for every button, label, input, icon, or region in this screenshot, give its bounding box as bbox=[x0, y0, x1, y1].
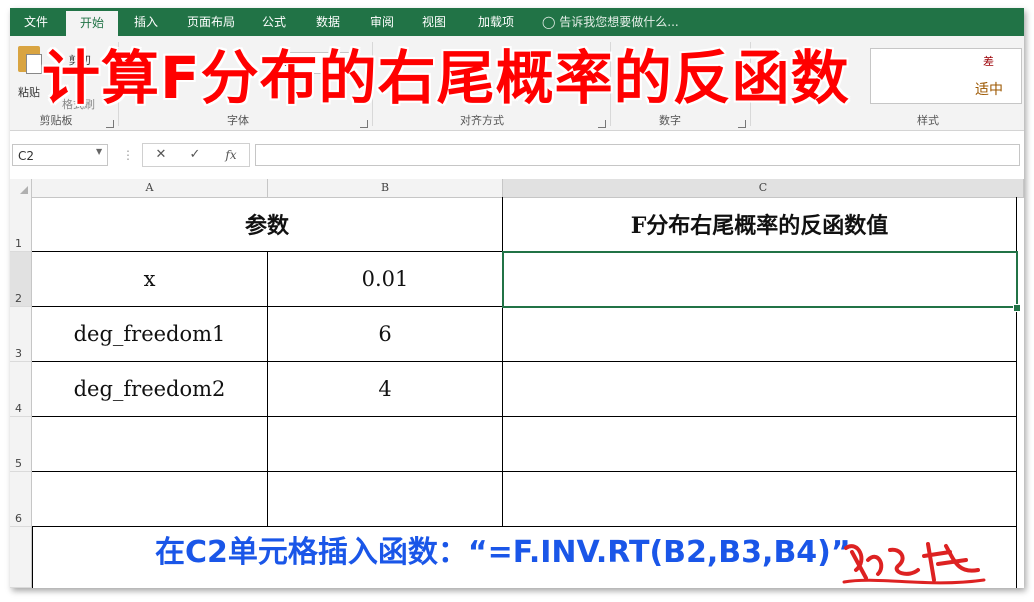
df2-label: deg_freedom2 bbox=[73, 377, 226, 401]
cell-a6[interactable] bbox=[32, 472, 268, 527]
more-options-icon[interactable]: ⋮ bbox=[122, 144, 134, 166]
df1-value: 6 bbox=[378, 322, 392, 346]
header-result-text: F分布右尾概率的反函数值 bbox=[630, 213, 889, 239]
header-param-text: 参数 bbox=[244, 213, 289, 239]
column-a-left-border bbox=[32, 527, 33, 588]
cell-b2[interactable]: 0.01 bbox=[268, 252, 503, 307]
row-header-4[interactable]: 4 bbox=[10, 362, 32, 417]
cell-c3[interactable] bbox=[503, 307, 1017, 362]
cell-c6[interactable] bbox=[503, 472, 1017, 527]
row-header-1[interactable]: 1 bbox=[10, 197, 32, 252]
column-header-a[interactable]: A bbox=[32, 179, 268, 197]
tab-formulas[interactable]: 公式 bbox=[252, 8, 296, 36]
tab-addins[interactable]: 加载项 bbox=[468, 8, 524, 36]
instruction-text: 在C2单元格插入函数：“=F.INV.RT(B2,B3,B4)” bbox=[155, 535, 851, 570]
cell-b4[interactable]: 4 bbox=[268, 362, 503, 417]
selected-cell-outline bbox=[502, 251, 1018, 308]
ribbon-tab-bar: 文件 开始 插入 页面布局 公式 数据 审阅 视图 加载项 ◯ 告诉我您想要做什… bbox=[10, 8, 1024, 36]
cell-c5[interactable] bbox=[503, 417, 1017, 472]
cancel-icon[interactable]: ✕ bbox=[150, 144, 172, 166]
alignment-launcher-icon[interactable] bbox=[598, 120, 606, 128]
row-header-6[interactable]: 6 bbox=[10, 472, 32, 527]
excel-window: 文件 开始 插入 页面布局 公式 数据 审阅 视图 加载项 ◯ 告诉我您想要做什… bbox=[10, 8, 1024, 588]
column-header-b[interactable]: B bbox=[268, 179, 503, 197]
row-header-5[interactable]: 5 bbox=[10, 417, 32, 472]
cell-b6[interactable] bbox=[268, 472, 503, 527]
cell-c1[interactable]: F分布右尾概率的反函数值 bbox=[503, 197, 1017, 252]
tell-me-text: 告诉我您想要做什么... bbox=[559, 15, 679, 29]
clipboard-launcher-icon[interactable] bbox=[106, 120, 114, 128]
cell-b5[interactable] bbox=[268, 417, 503, 472]
formula-input[interactable] bbox=[255, 144, 1020, 166]
cell-a4[interactable]: deg_freedom2 bbox=[32, 362, 268, 417]
signature-logo bbox=[842, 542, 986, 585]
row-header-3[interactable]: 3 bbox=[10, 307, 32, 362]
df2-value: 4 bbox=[378, 377, 392, 401]
row-header-7[interactable] bbox=[10, 527, 32, 588]
tab-data[interactable]: 数据 bbox=[306, 8, 350, 36]
select-all-corner[interactable] bbox=[10, 179, 32, 197]
font-launcher-icon[interactable] bbox=[360, 120, 368, 128]
enter-icon[interactable]: ✓ bbox=[184, 144, 206, 166]
chevron-down-icon[interactable]: ▼ bbox=[96, 147, 102, 156]
tab-insert[interactable]: 插入 bbox=[124, 8, 168, 36]
column-header-row: A B C bbox=[10, 179, 1024, 198]
df1-label: deg_freedom1 bbox=[73, 322, 226, 346]
overlay-title: 计算F分布的右尾概率的反函数 bbox=[42, 44, 850, 112]
cell-b3[interactable]: 6 bbox=[268, 307, 503, 362]
tab-view[interactable]: 视图 bbox=[412, 8, 456, 36]
name-box[interactable]: C2 bbox=[12, 144, 108, 166]
tab-home[interactable]: 开始 bbox=[66, 11, 118, 36]
tab-file[interactable]: 文件 bbox=[14, 8, 58, 36]
cell-a2[interactable]: x bbox=[32, 252, 268, 307]
column-header-c[interactable]: C bbox=[503, 179, 1024, 197]
cell-a1-merged[interactable]: 参数 bbox=[32, 197, 503, 252]
cell-a3[interactable]: deg_freedom1 bbox=[32, 307, 268, 362]
paste-button[interactable]: 粘贴 bbox=[18, 84, 40, 100]
x-label: x bbox=[143, 267, 156, 291]
cell-c4[interactable] bbox=[503, 362, 1017, 417]
tell-me-box[interactable]: ◯ 告诉我您想要做什么... bbox=[542, 8, 679, 36]
number-launcher-icon[interactable] bbox=[738, 120, 746, 128]
tab-page-layout[interactable]: 页面布局 bbox=[176, 8, 246, 36]
paste-icon[interactable] bbox=[18, 46, 42, 74]
fill-handle[interactable] bbox=[1013, 304, 1021, 312]
x-value: 0.01 bbox=[361, 267, 409, 291]
cell-a5[interactable] bbox=[32, 417, 268, 472]
row-header-2[interactable]: 2 bbox=[10, 252, 32, 307]
tab-review[interactable]: 审阅 bbox=[360, 8, 404, 36]
lightbulb-icon: ◯ bbox=[542, 15, 556, 29]
name-box-value: C2 bbox=[18, 149, 35, 163]
formula-bar: C2 ▼ ⋮ ✕ ✓ fx bbox=[10, 139, 1024, 171]
insert-function-icon[interactable]: fx bbox=[220, 144, 242, 166]
